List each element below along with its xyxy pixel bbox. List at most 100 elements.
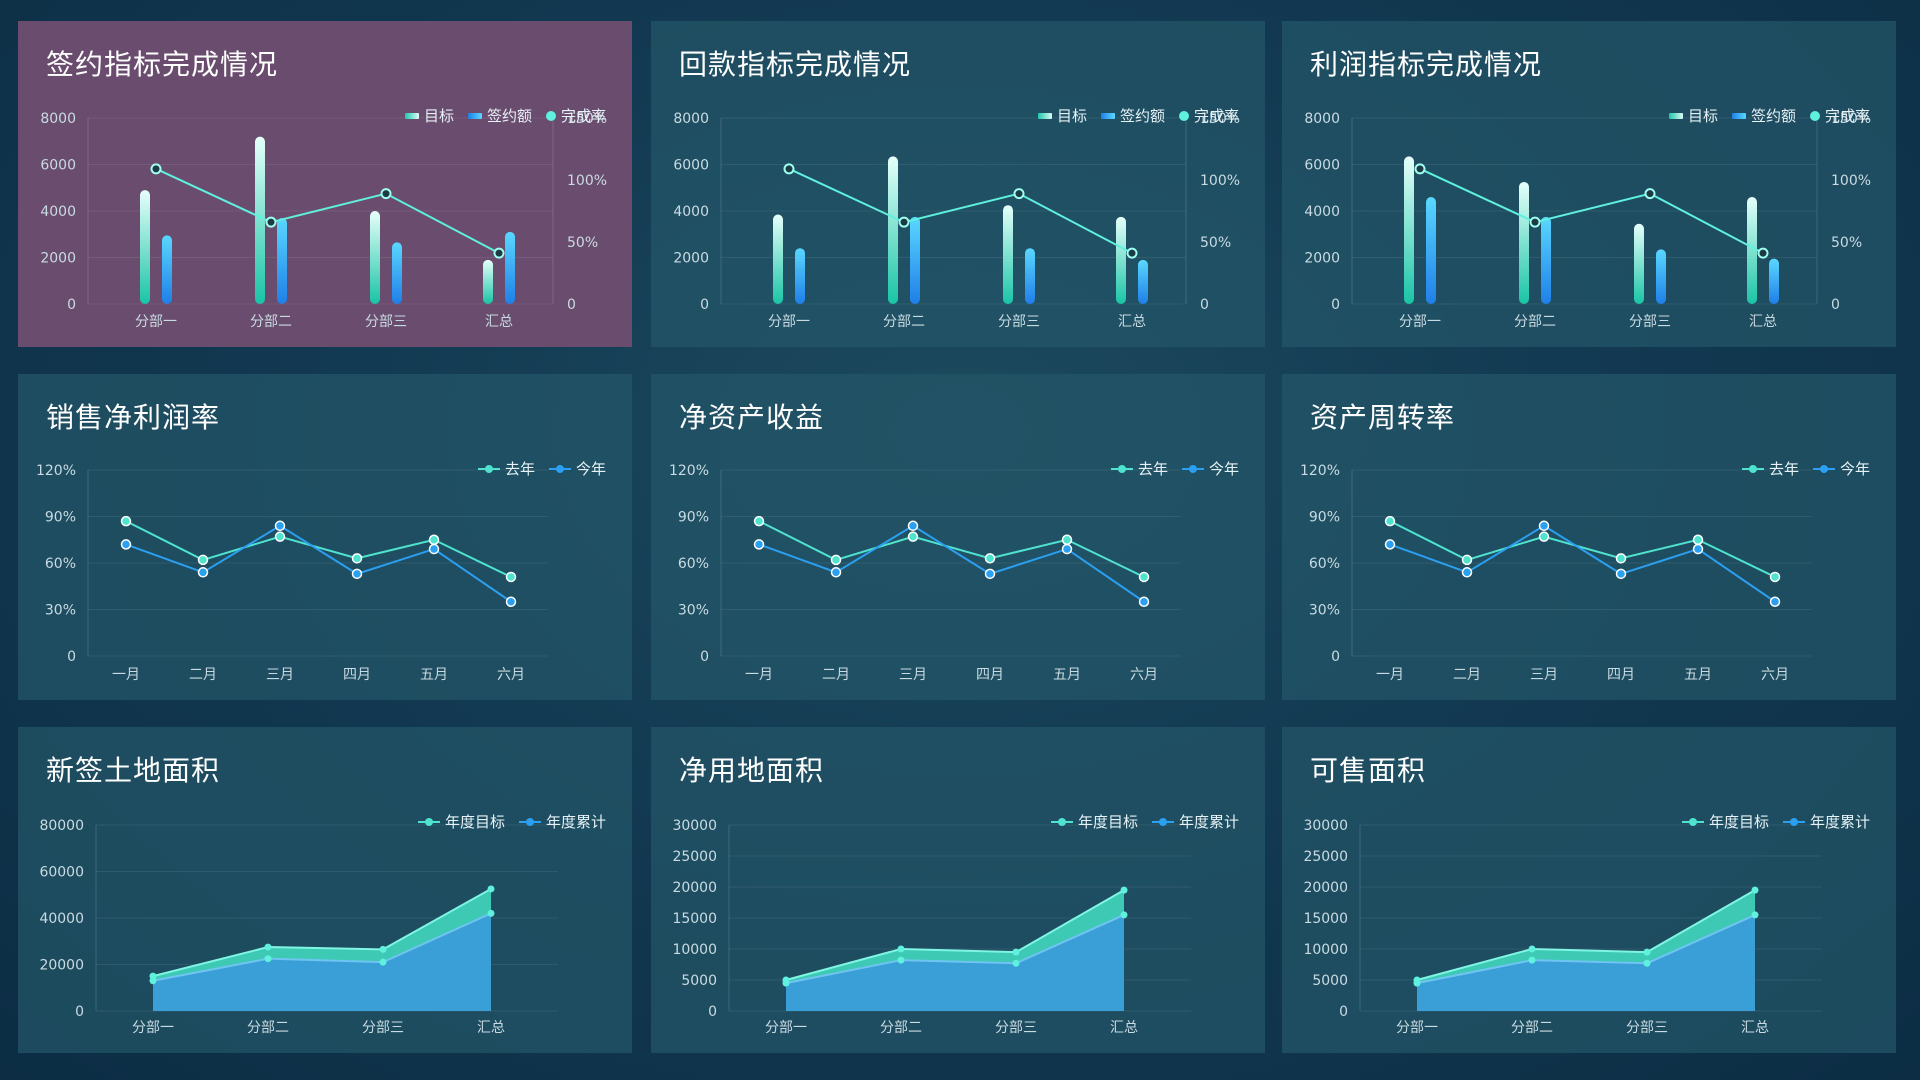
- panel-new-land-area[interactable]: 0 20000 40000 60000 80000 分部一 分部二 分部三 汇总 新签土地面积 年度…: [18, 727, 632, 1053]
- point-this-year[interactable]: [830, 567, 842, 578]
- point-annual-target[interactable]: [379, 945, 387, 953]
- bar-signed[interactable]: [1025, 248, 1035, 304]
- bar-target[interactable]: [1519, 181, 1529, 304]
- panel-repayment[interactable]: 0 2000 4000 6000 8000 0 50% 100% 150% 分部一 分部二 分部三 汇总…: [651, 21, 1265, 347]
- point-annual-cumulative[interactable]: [1751, 911, 1759, 919]
- legend-item[interactable]: 年度累计: [518, 811, 606, 832]
- legend-item[interactable]: 今年: [548, 458, 606, 479]
- legend-item[interactable]: 去年: [1110, 458, 1168, 479]
- point-completion-rate[interactable]: [1013, 188, 1025, 200]
- bar-signed[interactable]: [1656, 249, 1666, 304]
- bar-target[interactable]: [1747, 197, 1757, 304]
- point-annual-cumulative[interactable]: [487, 909, 495, 917]
- point-annual-cumulative[interactable]: [1012, 959, 1020, 967]
- point-this-year[interactable]: [1138, 596, 1150, 607]
- point-completion-rate[interactable]: [265, 216, 277, 228]
- point-annual-target[interactable]: [1643, 948, 1651, 956]
- bar-target[interactable]: [1003, 205, 1013, 304]
- point-last-year[interactable]: [1461, 554, 1473, 566]
- bar-target[interactable]: [255, 136, 265, 304]
- legend-item[interactable]: 去年: [1741, 458, 1799, 479]
- point-last-year[interactable]: [428, 534, 440, 545]
- point-completion-rate[interactable]: [150, 163, 162, 175]
- point-last-year[interactable]: [1615, 553, 1627, 564]
- legend-item[interactable]: 去年: [477, 458, 535, 479]
- point-completion-rate[interactable]: [493, 247, 505, 259]
- bar-target[interactable]: [1634, 223, 1644, 304]
- point-this-year[interactable]: [753, 539, 765, 550]
- point-last-year[interactable]: [753, 515, 765, 527]
- point-last-year[interactable]: [907, 531, 919, 542]
- point-last-year[interactable]: [984, 553, 996, 564]
- panel-saleable-area[interactable]: 0 5000 10000 15000 20000 25000 30000 分部一 分部二 分部三 汇…: [1282, 727, 1896, 1053]
- bar-signed[interactable]: [505, 231, 515, 304]
- point-last-year[interactable]: [1061, 534, 1073, 545]
- point-completion-rate[interactable]: [1126, 247, 1138, 259]
- point-annual-target[interactable]: [1528, 945, 1536, 953]
- point-completion-rate[interactable]: [783, 163, 795, 175]
- point-completion-rate[interactable]: [1644, 188, 1656, 200]
- point-annual-target[interactable]: [487, 885, 495, 893]
- point-this-year[interactable]: [1061, 543, 1073, 555]
- bar-signed[interactable]: [910, 216, 920, 304]
- panel-profit[interactable]: 0 2000 4000 6000 8000 0 50% 100% 150% 分部一 分部二 分部三 汇总…: [1282, 21, 1896, 347]
- legend-item[interactable]: 完成率: [545, 105, 606, 126]
- bar-signed[interactable]: [392, 242, 402, 304]
- panel-roe[interactable]: 0 30% 60% 90% 120% 一月 二月 三月 四月 五月 六月 净资产收益 去年 今年: [651, 374, 1265, 700]
- point-completion-rate[interactable]: [380, 188, 392, 200]
- point-this-year[interactable]: [120, 539, 132, 550]
- point-this-year[interactable]: [1769, 596, 1781, 607]
- point-annual-target[interactable]: [897, 945, 905, 953]
- legend-item[interactable]: 完成率: [1178, 105, 1239, 126]
- point-last-year[interactable]: [1138, 571, 1150, 583]
- legend-item[interactable]: 年度目标: [1050, 811, 1138, 832]
- point-this-year[interactable]: [351, 568, 363, 580]
- point-this-year[interactable]: [274, 520, 286, 532]
- point-completion-rate[interactable]: [898, 216, 910, 228]
- legend-item[interactable]: 年度累计: [1151, 811, 1239, 832]
- point-this-year[interactable]: [984, 568, 996, 580]
- point-this-year[interactable]: [428, 543, 440, 555]
- bar-signed[interactable]: [1769, 258, 1779, 304]
- point-completion-rate[interactable]: [1529, 216, 1541, 228]
- bar-signed[interactable]: [795, 248, 805, 304]
- point-annual-cumulative[interactable]: [1120, 911, 1128, 919]
- panel-sales-net-margin[interactable]: 0 30% 60% 90% 120% 一月 二月 三月 四月 五月 六月 销售净利润率 去年 今年: [18, 374, 632, 700]
- point-annual-target[interactable]: [1120, 886, 1128, 894]
- point-this-year[interactable]: [197, 567, 209, 578]
- bar-target[interactable]: [888, 156, 898, 304]
- point-annual-cumulative[interactable]: [1643, 959, 1651, 967]
- bar-signed[interactable]: [1426, 197, 1436, 304]
- legend-item[interactable]: 签约额: [467, 105, 532, 126]
- bar-signed[interactable]: [1541, 216, 1551, 304]
- legend-item[interactable]: 完成率: [1809, 105, 1870, 126]
- legend-item[interactable]: 年度目标: [417, 811, 505, 832]
- panel-signing[interactable]: 0 2000 4000 6000 8000 0 50% 100% 150% 分部一 分部二 分部三 汇总…: [18, 21, 632, 347]
- legend-item[interactable]: 目标: [1037, 105, 1087, 126]
- point-last-year[interactable]: [274, 531, 286, 542]
- bar-signed[interactable]: [277, 217, 287, 304]
- point-last-year[interactable]: [505, 571, 517, 583]
- point-annual-target[interactable]: [1012, 948, 1020, 956]
- point-annual-cumulative[interactable]: [1413, 979, 1421, 987]
- point-this-year[interactable]: [907, 520, 919, 532]
- legend-item[interactable]: 今年: [1181, 458, 1239, 479]
- legend-item[interactable]: 今年: [1812, 458, 1870, 479]
- point-last-year[interactable]: [1769, 571, 1781, 583]
- point-annual-cumulative[interactable]: [149, 977, 157, 985]
- point-annual-target[interactable]: [264, 943, 272, 951]
- point-this-year[interactable]: [1461, 567, 1473, 578]
- point-last-year[interactable]: [351, 553, 363, 564]
- point-completion-rate[interactable]: [1757, 247, 1769, 259]
- point-this-year[interactable]: [1615, 568, 1627, 580]
- point-last-year[interactable]: [1538, 531, 1550, 542]
- bar-target[interactable]: [483, 259, 493, 304]
- bar-signed[interactable]: [162, 235, 172, 304]
- point-annual-cumulative[interactable]: [782, 979, 790, 987]
- point-annual-target[interactable]: [1751, 886, 1759, 894]
- point-last-year[interactable]: [1384, 515, 1396, 527]
- legend-item[interactable]: 年度目标: [1681, 811, 1769, 832]
- bar-target[interactable]: [1404, 156, 1414, 304]
- legend-item[interactable]: 目标: [404, 105, 454, 126]
- legend-item[interactable]: 目标: [1668, 105, 1718, 126]
